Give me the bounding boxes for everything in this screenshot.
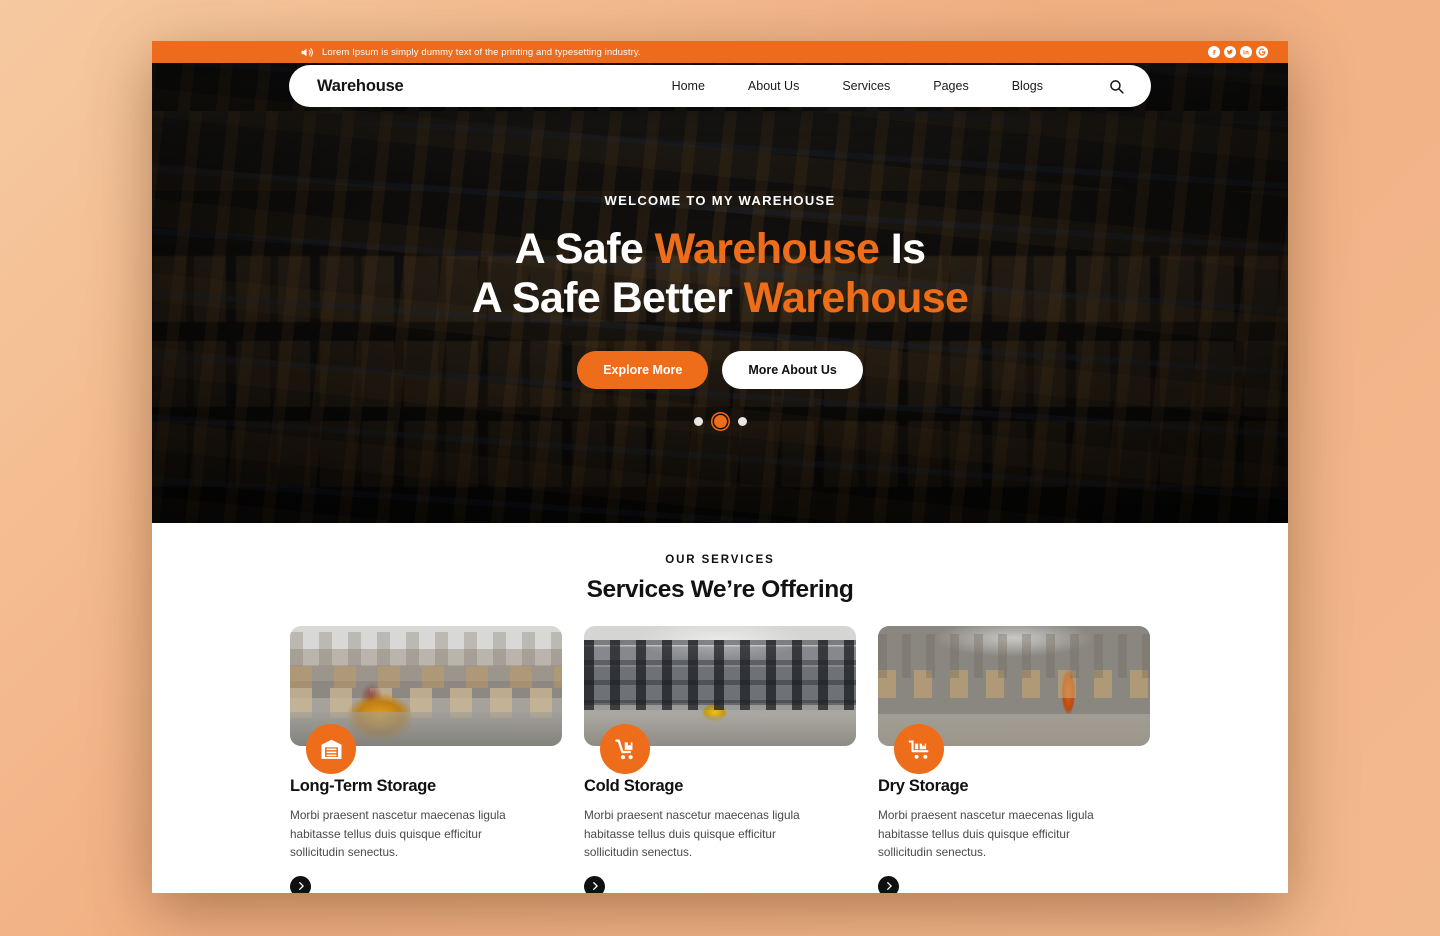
service-description: Morbi praesent nascetur maecenas ligula … xyxy=(290,808,506,860)
nav-item-about-us[interactable]: About Us xyxy=(748,79,799,93)
google-icon[interactable] xyxy=(1256,46,1268,58)
hero-title-line2: A Safe Better Warehouse xyxy=(472,274,969,322)
search-icon[interactable] xyxy=(1103,73,1129,99)
hero-title-text: A Safe xyxy=(514,225,655,273)
hero-title-highlight-1: Warehouse xyxy=(654,225,880,273)
website-preview: Lorem Ipsum is simply dummy text of the … xyxy=(152,41,1288,893)
services-card-list: Long-Term Storage Morbi praesent nascetu… xyxy=(152,626,1288,893)
carousel-dot-1[interactable] xyxy=(693,417,703,427)
service-title: Cold Storage xyxy=(584,777,684,795)
speaker-icon xyxy=(300,46,313,59)
chevron-right-icon[interactable] xyxy=(584,875,605,893)
linkedin-icon[interactable] xyxy=(1240,46,1252,58)
announcement-bar: Lorem Ipsum is simply dummy text of the … xyxy=(152,41,1288,63)
services-title: Services We’re Offering xyxy=(586,576,854,603)
chevron-right-icon[interactable] xyxy=(290,875,311,893)
carousel-dots xyxy=(152,415,1288,429)
hero-title-highlight-2: Warehouse xyxy=(743,274,969,323)
carousel-dot-2[interactable] xyxy=(713,415,727,429)
navbar: Warehouse Home About Us Services Pages B… xyxy=(152,65,1288,107)
chevron-right-icon[interactable] xyxy=(878,875,899,893)
service-card-dry-storage: Dry Storage Morbi praesent nascetur maec… xyxy=(878,626,1150,893)
more-about-us-button[interactable]: More About Us xyxy=(722,351,863,390)
warehouse-icon[interactable] xyxy=(306,724,356,774)
hero-buttons: Explore More More About Us xyxy=(152,351,1288,390)
hero-title: A Safe Warehouse Is A Safe Better Wareho… xyxy=(152,225,1288,323)
social-links xyxy=(1208,46,1274,58)
nav-item-pages[interactable]: Pages xyxy=(933,79,968,93)
service-title: Long-Term Storage xyxy=(290,777,436,795)
nav-item-blogs[interactable]: Blogs xyxy=(1012,79,1043,93)
twitter-icon[interactable] xyxy=(1224,46,1236,58)
carousel-dot-3[interactable] xyxy=(737,417,747,427)
hero-title-text-2: Is xyxy=(879,225,926,273)
nav-item-services[interactable]: Services xyxy=(842,79,890,93)
explore-more-button[interactable]: Explore More xyxy=(577,351,709,390)
hand-truck-icon[interactable] xyxy=(600,724,650,774)
nav-item-home[interactable]: Home xyxy=(672,79,705,93)
facebook-icon[interactable] xyxy=(1208,46,1220,58)
hero-title-text-3: A Safe Better xyxy=(471,274,744,323)
hero-eyebrow: WELCOME TO MY WAREHOUSE xyxy=(604,193,836,208)
services-section: OUR SERVICES Services We’re Offering Lon… xyxy=(152,523,1288,893)
main-menu: Home About Us Services Pages Blogs xyxy=(672,79,1103,93)
service-description: Morbi praesent nascetur maecenas ligula … xyxy=(584,808,800,860)
cart-box-icon[interactable] xyxy=(894,724,944,774)
brand-logo[interactable]: Warehouse xyxy=(317,77,404,96)
service-title: Dry Storage xyxy=(878,777,969,795)
service-card-cold-storage: Cold Storage Morbi praesent nascetur mae… xyxy=(584,626,856,893)
announcement-text: Lorem Ipsum is simply dummy text of the … xyxy=(322,46,641,58)
service-card-long-term-storage: Long-Term Storage Morbi praesent nascetu… xyxy=(290,626,562,893)
hero-title-line1: A Safe Warehouse Is xyxy=(515,225,926,273)
service-description: Morbi praesent nascetur maecenas ligula … xyxy=(878,808,1094,860)
hero-content: WELCOME TO MY WAREHOUSE A Safe Warehouse… xyxy=(152,193,1288,429)
services-eyebrow: OUR SERVICES xyxy=(665,554,775,566)
